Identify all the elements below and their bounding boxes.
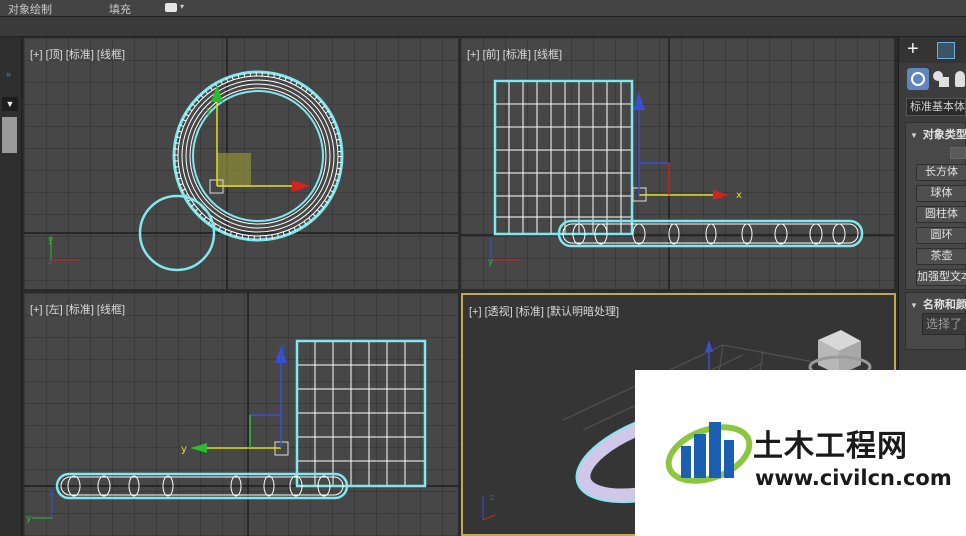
command-panel-tabs: + — [899, 37, 966, 63]
svg-text:y: y — [48, 235, 54, 245]
y-axis-arrow-icon — [211, 85, 223, 102]
ribbon-options-dropdown[interactable]: ▾ — [165, 2, 185, 14]
box-object[interactable] — [295, 339, 427, 488]
viewport-left[interactable]: y z z y [+] [左] [标准] [线框] — [24, 293, 458, 536]
svg-text:y: y — [488, 257, 494, 267]
svg-text:y: y — [26, 514, 32, 524]
watermark-url: www.civilcn.com — [755, 466, 952, 490]
chevron-down-icon: ▾ — [180, 2, 185, 11]
autogrid-checkbox[interactable] — [950, 147, 966, 159]
name-color-rollout: ▼名称和颜色 选择了 0 个对象 — [905, 292, 966, 350]
create-tab-plus-icon[interactable]: + — [907, 38, 919, 61]
box-object[interactable] — [493, 79, 634, 236]
modify-tab-icon[interactable] — [937, 42, 955, 59]
ribbon-bar: 对象绘制 填充 ▾ — [0, 0, 966, 17]
expand-icon[interactable]: » — [6, 69, 11, 79]
sphere-button[interactable]: 球体 — [916, 185, 966, 202]
torus-button[interactable]: 圆环 — [916, 227, 966, 244]
torus-object[interactable] — [172, 70, 344, 242]
viewport-label-left[interactable]: [+] [左] [标准] [线框] — [30, 301, 125, 317]
svg-text:z: z — [490, 493, 495, 503]
z-axis-arrow-icon — [705, 340, 713, 352]
viewport-front[interactable]: x z y [+] [前] [标准] [线框] — [461, 38, 894, 289]
tab-object-paint[interactable]: 对象绘制 — [8, 1, 52, 17]
primitive-category-dropdown[interactable]: 标准基本体 — [906, 98, 966, 116]
svg-text:y: y — [206, 105, 212, 116]
front-view-scene: x z y — [461, 38, 894, 289]
dropdown-arrow-icon[interactable]: ▼ — [2, 97, 18, 111]
ribbon-panel — [0, 17, 966, 37]
watermark-brand: 土木工程网 — [753, 429, 908, 464]
viewport-label-top[interactable]: [+] [顶] [标准] [线框] — [30, 46, 125, 62]
lights-icon[interactable] — [955, 71, 965, 87]
civilcn-logo-icon — [665, 422, 753, 484]
viewport-label-perspective[interactable]: [+] [透视] [标准] [默认明暗处理] — [469, 303, 619, 319]
geometry-sphere-icon[interactable] — [907, 68, 929, 90]
teapot-button[interactable]: 茶壶 — [916, 248, 966, 265]
svg-text:z: z — [49, 488, 54, 498]
top-view-scene: y y z — [24, 38, 458, 289]
object-name-field[interactable]: 选择了 0 个对象 — [922, 313, 966, 335]
svg-text:z: z — [280, 343, 285, 354]
x-axis-arrow-icon — [713, 190, 729, 200]
x-axis-arrow-icon — [292, 180, 310, 192]
y-axis-arrow-icon — [190, 443, 207, 453]
textplus-button[interactable]: 加强型文本 — [916, 269, 966, 286]
svg-text:z: z — [635, 90, 640, 101]
tab-populate[interactable]: 填充 — [109, 1, 131, 17]
name-color-header[interactable]: ▼名称和颜色 — [910, 296, 966, 312]
box-button[interactable]: 长方体 — [916, 164, 966, 181]
cylinder-button[interactable]: 圆柱体 — [916, 206, 966, 223]
viewport-label-front[interactable]: [+] [前] [标准] [线框] — [467, 46, 562, 62]
viewport-top[interactable]: y y z [+] [顶] [标准] [线框] — [24, 38, 458, 289]
ribbon-menu-icon — [165, 3, 177, 12]
svg-text:x: x — [736, 190, 742, 201]
scene-explorer-strip: » ▼ — [0, 37, 22, 536]
shapes-icon[interactable] — [933, 71, 949, 87]
watermark: 土木工程网 www.civilcn.com — [635, 370, 966, 536]
create-category-row — [905, 68, 966, 90]
object-type-rollout: ▼对象类型 长方体 球体 圆柱体 圆环 茶壶 加强型文本 — [905, 122, 966, 290]
object-type-header[interactable]: ▼ 对象类型 — [910, 126, 966, 142]
svg-text:y: y — [181, 444, 187, 455]
left-view-scene: y z z y — [24, 293, 458, 536]
scrollbar-thumb[interactable] — [2, 117, 17, 153]
move-gizmo-plane[interactable] — [217, 153, 251, 187]
svg-text:z: z — [48, 257, 53, 267]
